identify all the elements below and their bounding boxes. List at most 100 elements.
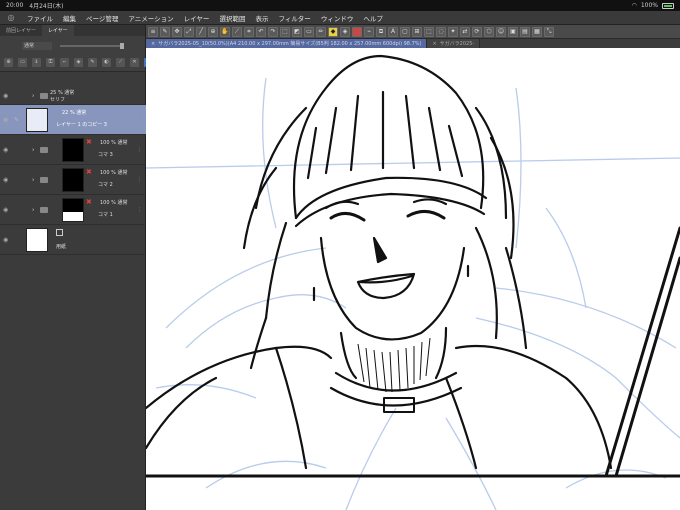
hand-icon[interactable]: ✋ — [220, 26, 230, 37]
drag-handle-icon[interactable]: ⋮ — [137, 147, 142, 153]
drag-handle-icon[interactable]: ⋮ — [137, 207, 142, 213]
mask-disabled-icon[interactable]: ✖ — [86, 138, 94, 146]
menu-animation[interactable]: アニメーション — [123, 13, 178, 23]
tab-layer[interactable]: レイヤー — [41, 25, 74, 36]
drawing-canvas[interactable] — [146, 48, 680, 510]
menu-selection[interactable]: 選択範囲 — [214, 13, 250, 23]
close-icon[interactable]: × — [432, 41, 436, 47]
clip-icon[interactable]: ⌐ — [60, 58, 69, 67]
drag-handle-icon[interactable]: ⋮ — [137, 177, 142, 183]
flip-icon[interactable]: ⇄ — [460, 26, 470, 37]
pencil-icon[interactable]: ✏ — [316, 26, 326, 37]
move-icon[interactable]: ✥ — [172, 26, 182, 37]
visibility-icon[interactable]: ◉ — [3, 176, 10, 183]
app-logo-icon[interactable]: ◎ — [0, 13, 22, 22]
image-icon[interactable]: ▣ — [508, 26, 518, 37]
opacity-slider[interactable] — [60, 43, 124, 49]
layer-folder-serifu[interactable]: ◉ › 25 % 通常 セリフ — [0, 87, 146, 105]
color-tool-icon[interactable]: ◈ — [340, 26, 350, 37]
status-bar: 20:00 4月24日(木) ◠ 100% — [0, 0, 680, 11]
ref-icon[interactable]: ◈ — [74, 58, 83, 67]
layout-icon[interactable]: ▤ — [520, 26, 530, 37]
blend-mode-select[interactable]: 通常 — [22, 42, 52, 50]
panel-tabs: 前回レイヤー レイヤー — [0, 25, 145, 36]
document-tab-active[interactable]: × サガバラ2025-05_10(50.0%)(A4 210.00 x 297.0… — [146, 39, 428, 48]
fill-tool-icon[interactable]: ◆ — [328, 26, 338, 37]
menu-filter[interactable]: フィルター — [273, 13, 315, 23]
grid-icon[interactable]: ⊞ — [412, 26, 422, 37]
visibility-icon[interactable]: ◉ — [3, 236, 10, 243]
3d-icon[interactable]: ⬡ — [484, 26, 494, 37]
close-icon[interactable]: × — [151, 41, 155, 47]
select-icon[interactable]: ⬚ — [424, 26, 434, 37]
menu-icon[interactable]: ≡ — [148, 26, 158, 37]
layer-koma-2[interactable]: ◉ › ✖ 100 % 通常 コマ 2 ⋮ — [0, 165, 146, 195]
menu-help[interactable]: ヘルプ — [358, 13, 388, 23]
document-tab-other[interactable]: × サガバラ2025- — [427, 39, 481, 48]
layer-panel: 前回レイヤー レイヤー 通常 ⊕ ▭ ⇓ ⚿ ⌐ ◈ ✎ ◐ ⟋ ✕ ◢ ⋯ ◉… — [0, 25, 167, 510]
layer-sketch-copy[interactable]: ◉ ✎ 22 % 通常 レイヤー 1 のコピー 3 ⋮ — [0, 105, 146, 135]
layer-koma-3[interactable]: ◉ › ✖ 100 % 通常 コマ 3 ⋮ — [0, 135, 146, 165]
new-folder-icon[interactable]: ▭ — [18, 58, 27, 67]
redo-icon[interactable]: ↷ — [268, 26, 278, 37]
layer-mode: 25 % 通常 — [50, 90, 75, 96]
panel-toggle-icon[interactable]: ▦ — [532, 26, 542, 37]
tab-previous-layer[interactable]: 前回レイヤー — [0, 25, 42, 36]
text-icon[interactable]: A — [388, 26, 398, 37]
rotate-icon[interactable]: ⟳ — [472, 26, 482, 37]
zoom-icon[interactable]: ⊕ — [208, 26, 218, 37]
expand-icon[interactable]: ⤡ — [544, 26, 554, 37]
mask-icon[interactable]: ◐ — [102, 58, 111, 67]
eyedropper-icon[interactable]: ⌁ — [364, 26, 374, 37]
edit-target-icon[interactable]: ✎ — [14, 116, 21, 123]
undo-icon[interactable]: ↶ — [256, 26, 266, 37]
layer-thumbnail — [26, 228, 48, 252]
user-icon[interactable]: ☺ — [496, 26, 506, 37]
snap-icon[interactable]: ⌗ — [244, 26, 254, 37]
draft-icon[interactable]: ✎ — [88, 58, 97, 67]
visibility-icon[interactable]: ◉ — [3, 116, 10, 123]
wand-icon[interactable]: ✦ — [448, 26, 458, 37]
artwork-illustration — [146, 54, 680, 510]
ruler-icon[interactable]: ⟋ — [232, 26, 242, 37]
layer-name: コマ 1 — [98, 212, 113, 218]
status-date: 4月24日(木) — [29, 3, 64, 10]
layer-paper[interactable]: ◉ 用紙 — [0, 225, 146, 255]
mask-disabled-icon[interactable]: ✖ — [86, 198, 94, 206]
drag-handle-icon[interactable]: ⋮ — [137, 117, 142, 123]
chevron-right-icon[interactable]: › — [32, 92, 34, 99]
mask-disabled-icon[interactable]: ✖ — [86, 168, 94, 176]
delete-icon[interactable]: ✕ — [130, 58, 139, 67]
layer-thumbnail — [62, 198, 84, 222]
layer-mode: 22 % 通常 — [62, 110, 87, 116]
frame-icon[interactable]: ▢ — [400, 26, 410, 37]
eraser-icon[interactable]: ▭ — [304, 26, 314, 37]
color-swatch-icon[interactable] — [352, 26, 362, 37]
ruler-icon[interactable]: ⟋ — [116, 58, 125, 67]
transform-icon[interactable]: ⤢ — [184, 26, 194, 37]
menu-file[interactable]: ファイル — [22, 13, 58, 23]
layer-settings-icon[interactable]: ⧉ — [376, 26, 386, 37]
new-layer-icon[interactable]: ⊕ — [4, 58, 13, 67]
folder-icon — [40, 92, 48, 99]
gradient-icon[interactable]: ◩ — [292, 26, 302, 37]
menu-view[interactable]: 表示 — [250, 13, 273, 23]
menu-edit[interactable]: 編集 — [58, 13, 81, 23]
chevron-right-icon[interactable]: › — [32, 146, 34, 153]
pen-tool-icon[interactable]: ✎ — [160, 26, 170, 37]
chevron-right-icon[interactable]: › — [32, 176, 34, 183]
layer-koma-1[interactable]: ◉ › ✖ 100 % 通常 コマ 1 ⋮ — [0, 195, 146, 225]
visibility-icon[interactable]: ◉ — [3, 206, 10, 213]
menu-layer[interactable]: レイヤー — [179, 13, 215, 23]
brush-icon[interactable]: ╱ — [196, 26, 206, 37]
menu-window[interactable]: ウィンドウ — [316, 13, 359, 23]
chevron-right-icon[interactable]: › — [32, 206, 34, 213]
menu-page[interactable]: ページ管理 — [81, 13, 123, 23]
lock-icon[interactable]: ⚿ — [46, 58, 55, 67]
lasso-icon[interactable]: ◌ — [436, 26, 446, 37]
layer-name: 用紙 — [56, 244, 67, 250]
merge-icon[interactable]: ⇓ — [32, 58, 41, 67]
crop-icon[interactable]: ⬚ — [280, 26, 290, 37]
visibility-icon[interactable]: ◉ — [3, 146, 10, 153]
visibility-icon[interactable]: ◉ — [3, 92, 10, 99]
